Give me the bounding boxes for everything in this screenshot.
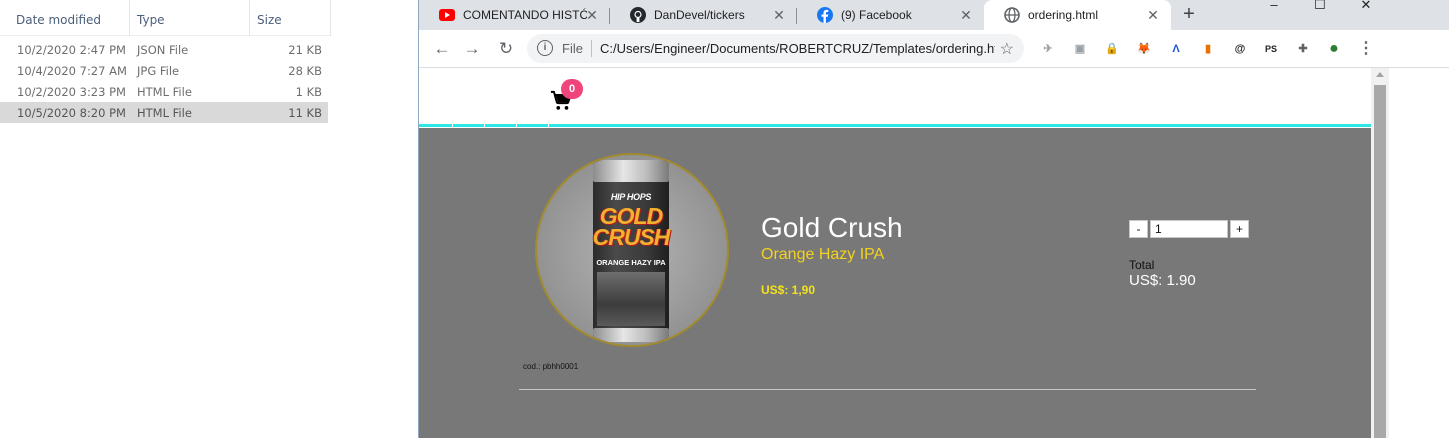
can-lid (593, 160, 669, 182)
file-date: 10/2/2020 2:47 PM (17, 43, 126, 57)
ps-icon[interactable]: PS (1262, 40, 1280, 58)
product-price: US$: 1,90 (761, 283, 816, 297)
file-type: JPG File (137, 64, 180, 78)
nav-divider (516, 124, 517, 127)
profile-avatar-icon[interactable]: ● (1325, 40, 1343, 58)
github-icon (630, 7, 646, 23)
file-explorer-pane: Date modified Type Size 10/2/2020 2:47 P… (0, 0, 418, 438)
can-style-text: ORANGE HAZY IPA (596, 258, 666, 267)
header-accent-line (419, 124, 1371, 127)
lock-extension-icon[interactable]: 🔒 (1103, 40, 1121, 58)
site-header: 0 (419, 68, 1371, 126)
close-window-button[interactable]: ✕ (1351, 0, 1381, 16)
quantity-input[interactable] (1150, 220, 1228, 238)
back-arrow-icon[interactable]: ← (431, 38, 453, 60)
close-tab-icon[interactable]: ✕ (584, 7, 600, 23)
nav-divider (452, 124, 453, 127)
page-icon[interactable]: ▣ (1071, 40, 1089, 58)
web-page: 0 HIP HOPS GOLD CRUSH ORANGE HAZY IPA co… (419, 68, 1449, 438)
tab-label: ordering.html (1028, 8, 1099, 22)
file-row[interactable]: 10/2/2020 2:47 PM JSON File 21 KB (0, 39, 328, 60)
globe-icon (1004, 7, 1020, 23)
file-date: 10/2/2020 3:23 PM (17, 85, 126, 99)
a-logo-icon[interactable]: Λ (1167, 40, 1185, 58)
product-name: Gold Crush (761, 212, 903, 243)
tab-youtube[interactable]: COMENTANDO HISTÓI ✕ (419, 0, 610, 30)
tab-facebook[interactable]: (9) Facebook ✕ (797, 0, 984, 30)
file-row[interactable]: 10/4/2020 7:27 AM JPG File 28 KB (0, 60, 328, 81)
tab-label: DanDevel/tickers (654, 8, 745, 22)
column-header-row: Date modified Type Size (0, 0, 332, 36)
page-scrollbar[interactable] (1371, 68, 1389, 438)
address-bar[interactable]: i File C:/Users/Engineer/Documents/ROBER… (527, 34, 1024, 63)
file-date: 10/5/2020 8:20 PM (17, 106, 126, 120)
size-column-header[interactable]: Size (251, 0, 331, 36)
browser-toolbar: ← → ↻ i File C:/Users/Engineer/Documents… (419, 30, 1449, 68)
type-column-header[interactable]: Type (131, 0, 250, 36)
scroll-up-arrow-icon[interactable] (1376, 72, 1384, 77)
can-brand-text: HIP HOPS (610, 192, 652, 202)
new-tab-button[interactable]: + (1177, 3, 1201, 27)
scheme-label: File (562, 41, 583, 56)
file-type: HTML File (137, 106, 192, 120)
can-base (593, 328, 669, 342)
decrease-quantity-button[interactable]: - (1129, 220, 1148, 238)
tab-label: COMENTANDO HISTÓI (463, 8, 587, 22)
can-artwork-photo (597, 272, 665, 326)
file-row-selected[interactable]: 10/5/2020 8:20 PM HTML File 11 KB (0, 102, 328, 123)
date-modified-column-header[interactable]: Date modified (10, 0, 130, 36)
file-row[interactable]: 10/2/2020 3:23 PM HTML File 1 KB (0, 81, 328, 102)
facebook-icon (817, 7, 833, 23)
url-text[interactable]: C:/Users/Engineer/Documents/ROBERTCRUZ/T… (600, 41, 995, 56)
minimize-button[interactable]: – (1259, 0, 1289, 16)
total-label: Total (1129, 258, 1155, 272)
browser-window: COMENTANDO HISTÓI ✕ DanDevel/tickers ✕ (… (418, 0, 1449, 438)
can-name-text: GOLD CRUSH (592, 203, 671, 250)
nav-divider (484, 124, 485, 127)
tab-label: (9) Facebook (841, 8, 912, 22)
scrollbar-thumb[interactable] (1374, 85, 1386, 438)
product-card: HIP HOPS GOLD CRUSH ORANGE HAZY IPA cod.… (419, 128, 1371, 438)
reload-icon[interactable]: ↻ (495, 38, 517, 60)
product-divider (519, 389, 1256, 390)
at-icon[interactable]: @ (1231, 40, 1249, 58)
tab-strip: COMENTANDO HISTÓI ✕ DanDevel/tickers ✕ (… (419, 0, 1449, 30)
bookmark-star-icon[interactable]: ☆ (1000, 39, 1014, 59)
puzzle-icon[interactable]: ✚ (1294, 40, 1312, 58)
tab-github[interactable]: DanDevel/tickers ✕ (610, 0, 797, 30)
metamask-icon[interactable]: 🦊 (1135, 40, 1153, 58)
bar-chart-icon[interactable]: ▮ (1199, 40, 1217, 58)
file-type: HTML File (137, 85, 192, 99)
file-size: 11 KB (288, 106, 322, 120)
product-code: cod.: pbhh0001 (523, 362, 579, 371)
file-type: JSON File (137, 43, 189, 57)
youtube-icon (439, 7, 455, 23)
product-image-frame: HIP HOPS GOLD CRUSH ORANGE HAZY IPA (535, 153, 729, 347)
address-divider (591, 40, 592, 57)
increase-quantity-button[interactable]: + (1230, 220, 1249, 238)
total-value: US$: 1.90 (1129, 272, 1196, 289)
menu-dots-icon[interactable]: ⋮ (1357, 40, 1375, 58)
close-tab-icon[interactable]: ✕ (1145, 7, 1161, 23)
close-tab-icon[interactable]: ✕ (958, 7, 974, 23)
beer-can-image: HIP HOPS GOLD CRUSH ORANGE HAZY IPA (592, 160, 671, 342)
pin-icon[interactable]: ✈ (1039, 40, 1057, 58)
nav-divider (548, 124, 549, 127)
cart-count-badge: 0 (561, 79, 583, 99)
file-size: 21 KB (288, 43, 322, 57)
file-size: 28 KB (288, 64, 322, 78)
file-size: 1 KB (295, 85, 322, 99)
quantity-stepper: - + (1129, 220, 1249, 238)
product-style: Orange Hazy IPA (761, 246, 885, 263)
forward-arrow-icon[interactable]: → (461, 38, 483, 60)
file-date: 10/4/2020 7:27 AM (17, 64, 127, 78)
info-icon[interactable]: i (537, 40, 553, 56)
tab-ordering[interactable]: ordering.html ✕ (984, 0, 1171, 30)
maximize-button[interactable]: ☐ (1305, 0, 1335, 16)
close-tab-icon[interactable]: ✕ (771, 7, 787, 23)
